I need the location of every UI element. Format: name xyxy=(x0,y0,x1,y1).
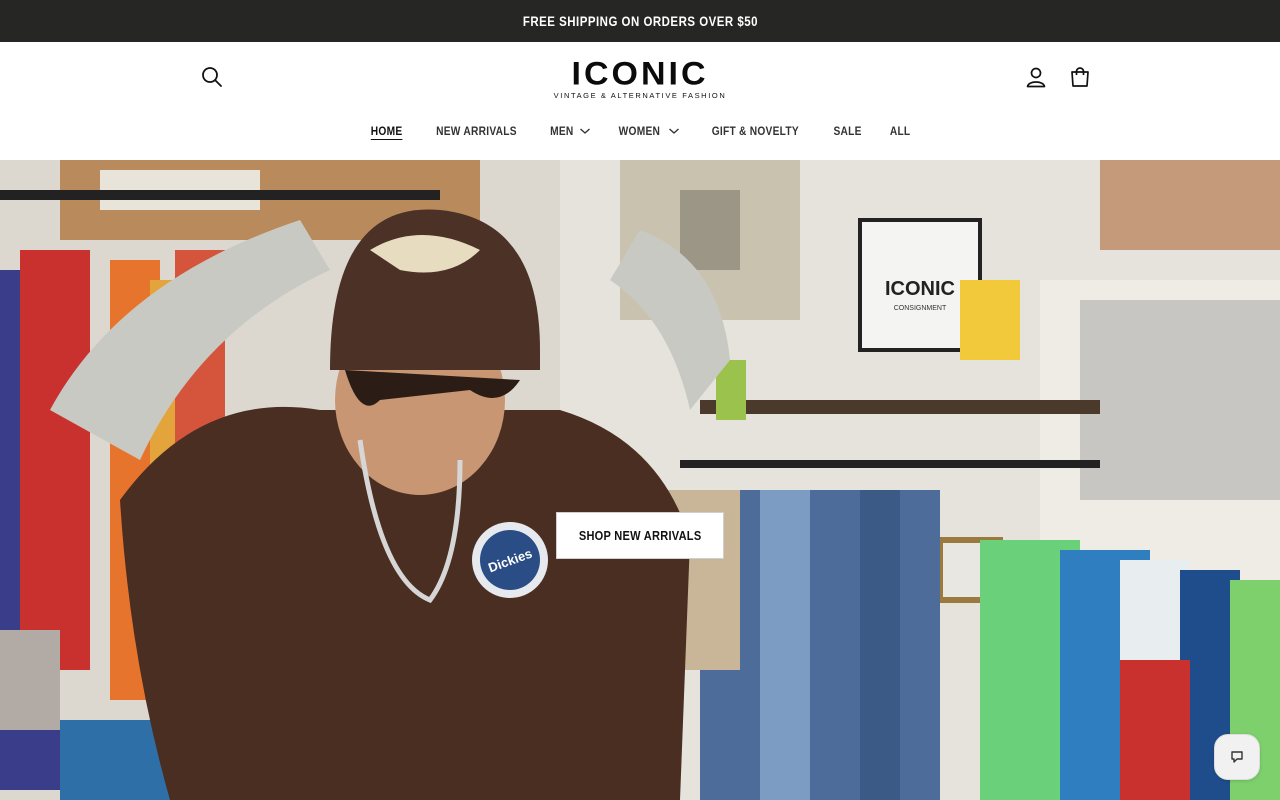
nav-item-home[interactable]: HOME xyxy=(356,118,417,144)
nav-item-label: ALL xyxy=(889,124,911,138)
main-nav: HOME NEW ARRIVALS MEN WOMEN GIFT & NOVEL… xyxy=(0,118,1280,144)
announcement-bar: FREE SHIPPING ON ORDERS OVER $50 xyxy=(0,0,1280,42)
chat-icon xyxy=(1231,751,1243,763)
logo-tagline: VINTAGE & ALTERNATIVE FASHION xyxy=(553,91,727,100)
logo-wordmark: ICONIC xyxy=(571,55,709,93)
chevron-down-icon xyxy=(668,127,680,135)
logo[interactable]: ICONIC VINTAGE & ALTERNATIVE FASHION xyxy=(548,55,732,100)
nav-item-sale[interactable]: SALE xyxy=(819,118,876,144)
nav-item-all[interactable]: ALL xyxy=(876,118,924,144)
nav-item-label: GIFT & NOVELTY xyxy=(711,124,800,138)
search-icon xyxy=(202,67,222,87)
nav-item-men[interactable]: MEN xyxy=(536,118,604,144)
store-sign-text: ICONIC xyxy=(885,278,955,300)
nav-item-label: SALE xyxy=(833,124,862,138)
cart-button[interactable] xyxy=(1058,55,1102,99)
nav-item-label: MEN xyxy=(549,124,574,138)
nav-item-women[interactable]: WOMEN xyxy=(603,118,692,144)
hero-image: Dickies ICONIC CONSIGNMENT xyxy=(0,160,1280,800)
store-sign-subtext: CONSIGNMENT xyxy=(894,305,947,312)
nav-item-label: WOMEN xyxy=(619,124,661,138)
search-button[interactable] xyxy=(190,55,234,99)
nav-item-label: NEW ARRIVALS xyxy=(435,124,517,138)
account-button[interactable] xyxy=(1014,55,1058,99)
announcement-text: FREE SHIPPING ON ORDERS OVER $50 xyxy=(522,13,758,29)
nav-item-gift-novelty[interactable]: GIFT & NOVELTY xyxy=(692,118,819,144)
site-header: ICONIC VINTAGE & ALTERNATIVE FASHION HOM… xyxy=(0,42,1280,160)
cta-label: SHOP NEW ARRIVALS xyxy=(578,528,702,543)
account-icon xyxy=(1026,67,1046,88)
hero-banner: Dickies ICONIC CONSIGNMENT SHOP NEW ARRI… xyxy=(0,160,1280,800)
cart-icon xyxy=(1071,67,1089,87)
chat-button[interactable] xyxy=(1214,734,1260,780)
nav-item-label: HOME xyxy=(370,124,403,138)
shop-new-arrivals-button[interactable]: SHOP NEW ARRIVALS xyxy=(556,512,724,559)
nav-item-new-arrivals[interactable]: NEW ARRIVALS xyxy=(417,118,536,144)
chevron-down-icon xyxy=(579,127,591,135)
